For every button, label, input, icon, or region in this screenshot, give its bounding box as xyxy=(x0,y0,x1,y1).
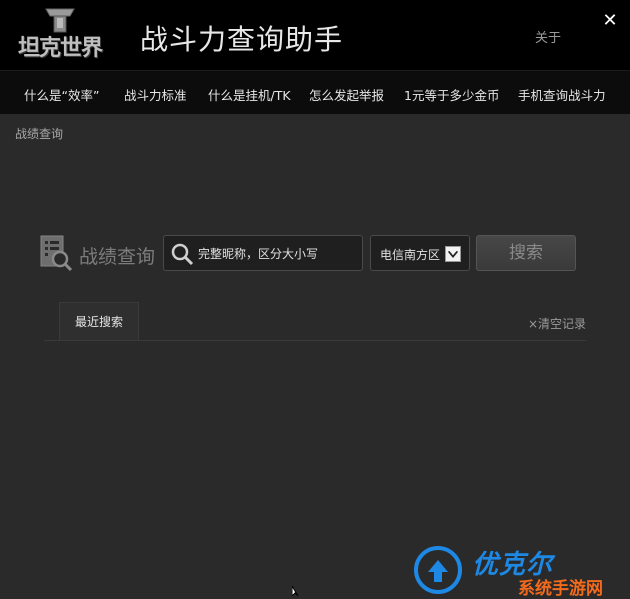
nav-item-afk-tk[interactable]: 什么是挂机/TK xyxy=(208,85,291,104)
title-bar: 坦克世界 战斗力查询助手 关于 ✕ xyxy=(0,0,630,70)
record-search-icon xyxy=(40,235,72,271)
recent-tabs: 最近搜索 ×清空记录 xyxy=(44,302,586,341)
nav-bar: 什么是“效率” 战斗力标准 什么是挂机/TK 怎么发起举报 1元等于多少金币 手… xyxy=(0,70,630,115)
search-button[interactable]: 搜索 xyxy=(476,235,576,271)
search-label: 战绩查询 xyxy=(79,246,156,268)
nav-item-mobile[interactable]: 手机查询战斗力 xyxy=(518,85,606,104)
main-content: 战绩查询 战绩查询 电信南方区 搜索 最近搜索 xyxy=(0,114,630,599)
tab-recent-search[interactable]: 最近搜索 xyxy=(59,302,139,340)
close-icon[interactable]: ✕ xyxy=(600,11,620,31)
search-box[interactable] xyxy=(163,235,363,271)
about-link[interactable]: 关于 xyxy=(535,27,561,46)
nav-item-efficiency[interactable]: 什么是“效率” xyxy=(24,85,99,104)
app-title: 战斗力查询助手 xyxy=(140,23,344,56)
magnifier-icon xyxy=(171,243,194,266)
nav-item-report[interactable]: 怎么发起举报 xyxy=(309,85,384,104)
chevron-down-icon[interactable] xyxy=(445,246,461,262)
search-row: 战绩查询 电信南方区 搜索 xyxy=(0,235,630,275)
server-select[interactable]: 电信南方区 xyxy=(370,235,470,271)
world-of-tanks-logo: 坦克世界 xyxy=(14,6,106,62)
logo-text: 坦克世界 xyxy=(17,35,103,61)
nav-item-gold[interactable]: 1元等于多少金币 xyxy=(404,85,499,104)
nickname-input[interactable] xyxy=(196,243,360,265)
watermark-logo: 优克尔 系统手游网 xyxy=(410,542,630,599)
breadcrumb: 战绩查询 xyxy=(15,127,64,141)
clear-history-link[interactable]: ×清空记录 xyxy=(528,315,586,332)
server-value: 电信南方区 xyxy=(380,248,441,262)
nav-item-standard[interactable]: 战斗力标准 xyxy=(124,85,187,104)
watermark-sub: 系统手游网 xyxy=(518,579,603,599)
